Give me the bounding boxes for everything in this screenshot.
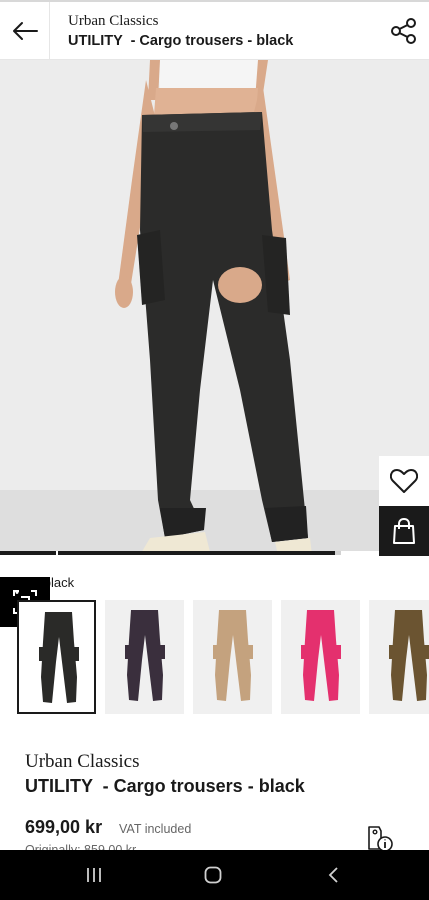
product-price: 699,00 kr (25, 817, 103, 837)
product-photo (0, 60, 429, 555)
colour-swatch-pink[interactable] (281, 600, 360, 714)
header-titles: Urban Classics UTILITY - Cargo trousers … (68, 11, 293, 51)
system-nav-bar (0, 850, 429, 900)
swatch-trousers-shape (127, 610, 163, 701)
system-back-button[interactable] (319, 862, 349, 888)
swatch-pocket-left (301, 645, 307, 659)
swatch-trousers-image (301, 610, 341, 701)
vat-note: VAT included (119, 822, 192, 836)
swatch-trousers-image (39, 612, 79, 703)
header-product-name: UTILITY - Cargo trousers - black (68, 33, 294, 49)
colour-swatch-purple[interactable] (105, 600, 184, 714)
swatch-pocket-right (335, 645, 341, 659)
colour-swatch-list (17, 600, 429, 716)
recents-button[interactable] (79, 862, 109, 888)
swatch-trousers-shape (303, 610, 339, 701)
price-tag-info-icon (368, 826, 393, 852)
home-button[interactable] (198, 862, 228, 888)
share-icon (391, 18, 416, 44)
back-button[interactable] (0, 2, 50, 60)
swatch-trousers-image (213, 610, 253, 701)
colour-swatch-black[interactable] (17, 600, 96, 714)
swatch-trousers-shape (215, 610, 251, 701)
swatch-pocket-right (247, 645, 253, 659)
swatch-pocket-right (73, 647, 79, 661)
swatch-pocket-left (39, 647, 45, 661)
gallery-progress-fill (0, 551, 335, 555)
product-name: UTILITY - Cargo trousers - black (25, 776, 305, 796)
colour-swatch-beige[interactable] (193, 600, 272, 714)
swatch-pocket-left (389, 645, 395, 659)
recents-icon (87, 868, 101, 882)
header-brand: Urban Classics (68, 13, 159, 29)
gallery-progress-divider (56, 551, 58, 555)
share-button[interactable] (389, 16, 419, 46)
home-icon (204, 866, 222, 884)
gallery-progress (0, 551, 429, 555)
swatch-pocket-left (213, 645, 219, 659)
swatch-trousers-shape (41, 612, 77, 703)
heart-icon (390, 469, 418, 493)
back-chevron-icon (328, 867, 338, 883)
swatch-trousers-shape (391, 610, 427, 701)
swatch-pocket-left (125, 645, 131, 659)
colour-swatch-olive[interactable] (369, 600, 429, 714)
product-header: Urban Classics UTILITY - Cargo trousers … (0, 0, 429, 60)
arrow-left-icon (12, 22, 38, 40)
wishlist-button[interactable] (379, 456, 429, 506)
swatch-pocket-right (423, 645, 429, 659)
swatch-trousers-image (125, 610, 165, 701)
price-info-button[interactable] (364, 823, 394, 853)
swatch-pocket-right (159, 645, 165, 659)
add-to-bag-button[interactable] (379, 506, 429, 556)
product-image-gallery[interactable] (0, 60, 429, 555)
swatch-trousers-image (389, 610, 429, 701)
shopping-bag-icon (393, 517, 415, 544)
product-brand: Urban Classics (25, 751, 140, 772)
